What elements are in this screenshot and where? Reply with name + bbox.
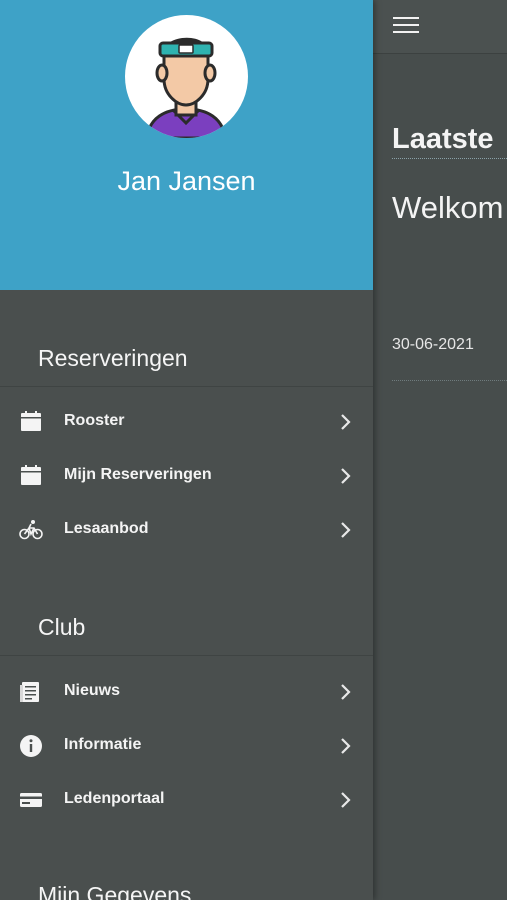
menu-item-label: Mijn Reserveringen <box>64 466 212 483</box>
profile-header: Jan Jansen <box>0 0 373 290</box>
main-content: Laatste Welkom Kooi 30-06-2021 <box>373 0 507 900</box>
avatar[interactable] <box>125 15 248 138</box>
menu-item-rooster[interactable]: Rooster <box>0 395 373 449</box>
menu-item-label: Ledenportaal <box>64 790 165 807</box>
menu-item-label: Informatie <box>64 736 142 753</box>
menu-item-nieuws[interactable]: Nieuws <box>0 665 373 719</box>
section-title-reserveringen: Reserveringen <box>38 345 188 371</box>
menu-item-label: Rooster <box>64 412 125 429</box>
section-title-mijn-gegevens: Mijn Gegevens <box>38 882 192 900</box>
menu-item-informatie[interactable]: Informatie <box>0 719 373 773</box>
user-avatar-icon <box>145 37 227 138</box>
section-title-club: Club <box>38 614 86 640</box>
credit-card-icon <box>20 793 42 807</box>
calendar-icon <box>21 411 41 431</box>
user-name: Jan Jansen <box>117 166 256 196</box>
page-title: Laatste <box>392 123 494 155</box>
navigation-drawer: Jan Jansen Reserveringen Rooster Mijn Re… <box>0 0 373 900</box>
newspaper-icon <box>20 682 39 702</box>
menu-item-label: Nieuws <box>64 682 121 699</box>
chevron-right-icon <box>341 792 351 808</box>
info-icon <box>20 735 42 757</box>
news-divider <box>392 380 507 381</box>
hamburger-menu-icon[interactable] <box>393 17 421 37</box>
chevron-right-icon <box>341 522 351 538</box>
menu-item-mijn-reserveringen[interactable]: Mijn Reserveringen <box>0 449 373 503</box>
section-divider <box>0 386 373 387</box>
news-item-title[interactable]: Welkom Kooi <box>392 188 507 228</box>
menu-item-lesaanbod[interactable]: Lesaanbod <box>0 503 373 557</box>
chevron-right-icon <box>341 414 351 430</box>
app-screen: Laatste Welkom Kooi 30-06-2021 <box>0 0 507 900</box>
bicycle-icon <box>19 520 43 540</box>
menu-item-label: Lesaanbod <box>64 520 149 537</box>
calendar-icon <box>21 465 41 485</box>
news-item-date: 30-06-2021 <box>392 336 474 353</box>
section-divider <box>0 655 373 656</box>
chevron-right-icon <box>341 738 351 754</box>
top-bar <box>373 0 507 54</box>
chevron-right-icon <box>341 684 351 700</box>
chevron-right-icon <box>341 468 351 484</box>
title-divider <box>392 158 507 159</box>
menu-item-ledenportaal[interactable]: Ledenportaal <box>0 773 373 827</box>
